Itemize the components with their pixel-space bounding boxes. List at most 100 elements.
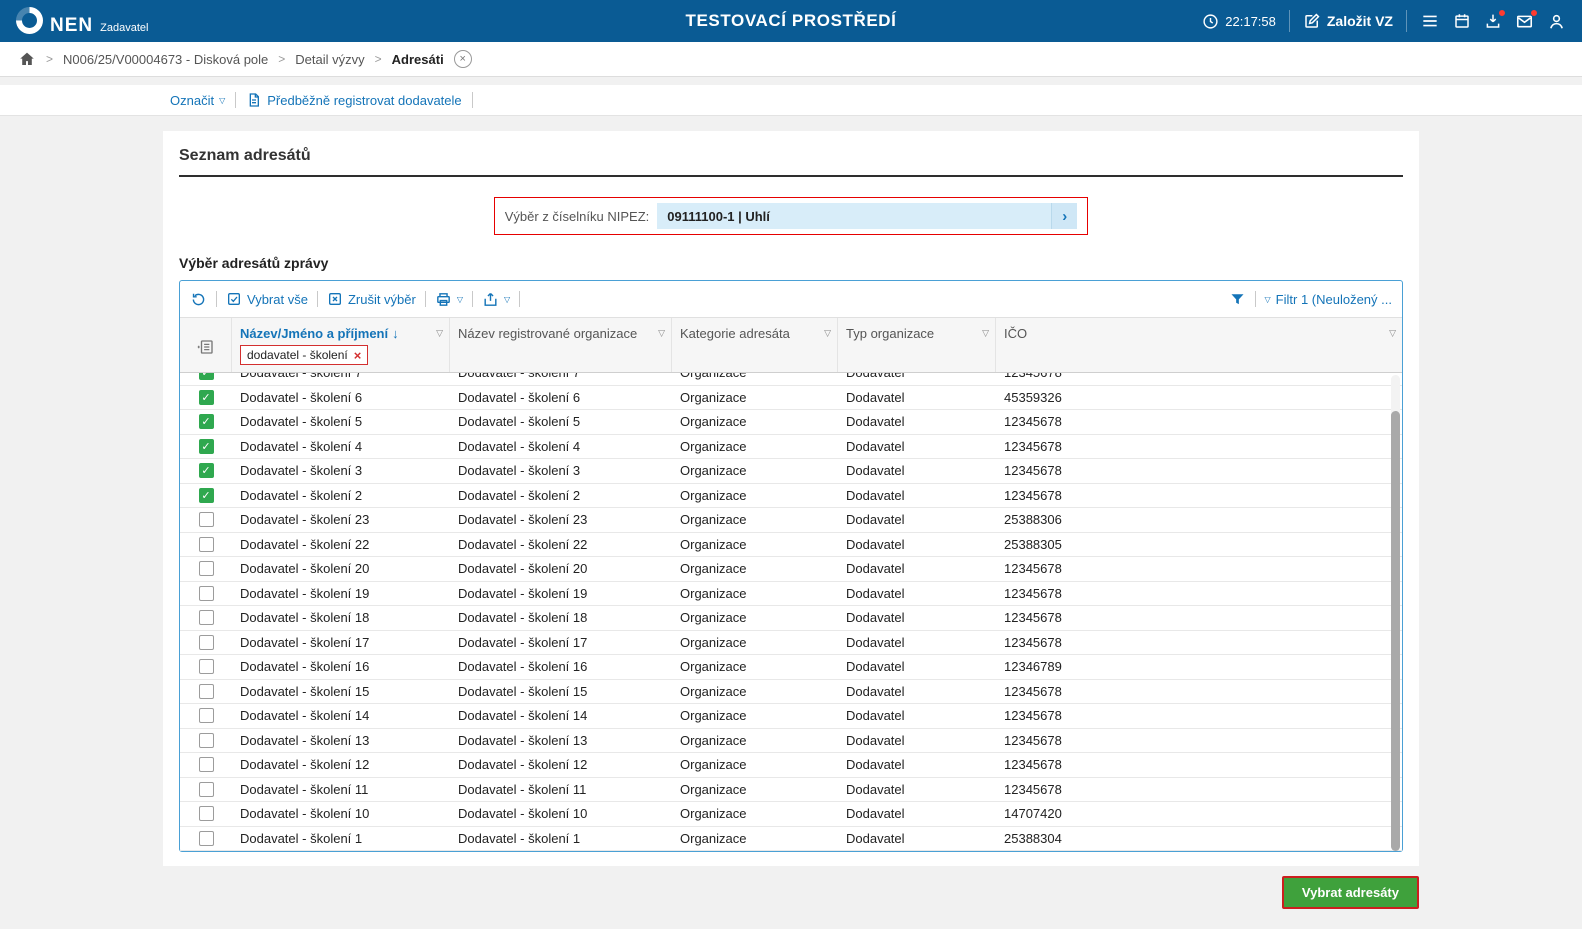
column-header-type[interactable]: Typ organizace ▽ [838, 318, 996, 372]
table-row[interactable]: ✓ Dodavatel - školení 3 Dodavatel - školen… [180, 459, 1402, 484]
nen-logo[interactable]: NEN Zadavatel [16, 7, 148, 35]
name-filter-chip[interactable]: dodavatel - školení × [240, 345, 369, 365]
user-profile-button[interactable] [1547, 12, 1566, 31]
messages-button[interactable] [1515, 8, 1538, 31]
column-filter-icon[interactable]: ▽ [824, 328, 831, 339]
row-checkbox[interactable] [198, 781, 214, 797]
row-checkbox[interactable]: ✓ [198, 414, 214, 430]
row-checkbox[interactable] [198, 512, 214, 528]
cell-name: Dodavatel - školení 15 [240, 683, 370, 699]
row-checkbox[interactable] [198, 708, 214, 724]
scrollbar-thumb[interactable] [1391, 411, 1400, 851]
column-header-category[interactable]: Kategorie adresáta ▽ [672, 318, 838, 372]
breadcrumb-item-detail-vyzvy[interactable]: Detail výzvy [295, 52, 364, 67]
row-checkbox[interactable] [198, 634, 214, 650]
table-row[interactable]: ✓ Dodavatel - školení 4 Dodavatel - školen… [180, 435, 1402, 459]
table-row[interactable]: Dodavatel - školení 14 Dodavatel - školen… [180, 704, 1402, 729]
cell-ico: 12345678 [1004, 683, 1062, 699]
remove-filter-icon[interactable]: × [354, 349, 362, 362]
row-checkbox[interactable] [198, 659, 214, 675]
refresh-button[interactable] [190, 291, 207, 308]
table-row[interactable]: Dodavatel - školení 22 Dodavatel - školen… [180, 533, 1402, 557]
active-filter-dropdown[interactable]: ▽ Filtr 1 (Neuložený ... [1265, 292, 1392, 307]
row-checkbox[interactable] [198, 830, 214, 846]
create-vz-button[interactable]: Založit VZ [1303, 12, 1393, 30]
checkbox-checked-icon [226, 291, 242, 307]
home-icon[interactable] [18, 50, 36, 68]
calendar-icon [1453, 12, 1471, 30]
vertical-scrollbar[interactable] [1391, 375, 1400, 851]
column-filter-icon[interactable]: ▽ [1389, 328, 1396, 339]
cell-name: Dodavatel - školení 13 [240, 732, 370, 748]
table-row[interactable]: Dodavatel - školení 17 Dodavatel - školen… [180, 631, 1402, 655]
table-row[interactable]: Dodavatel - školení 15 Dodavatel - školen… [180, 680, 1402, 704]
preregister-suppliers-button[interactable]: Předběžně registrovat dodavatele [246, 92, 462, 108]
table-row[interactable]: ✓ Dodavatel - školení 7Dodavatel - školen… [180, 373, 1402, 386]
row-checkbox[interactable] [198, 732, 214, 748]
cell-category: Organizace [680, 830, 747, 846]
column-filter-icon[interactable]: ▽ [982, 328, 989, 339]
row-checkbox[interactable] [198, 561, 214, 577]
session-time: 22:17:58 [1202, 13, 1276, 30]
breadcrumb-item-procurement[interactable]: N006/25/V00004673 - Disková pole [63, 52, 268, 67]
table-row[interactable]: Dodavatel - školení 1 Dodavatel - školení… [180, 827, 1402, 851]
row-checkbox[interactable]: ✓ [198, 463, 214, 479]
table-row[interactable]: Dodavatel - školení 12 Dodavatel - školen… [180, 753, 1402, 778]
clear-selection-label: Zrušit výběr [347, 291, 416, 307]
row-checkbox[interactable]: ✓ [198, 487, 214, 503]
grid-toolbar: Vybrat vše Zrušit výběr ▽ ▽ ▽ Filtr 1 (N… [180, 281, 1402, 317]
cell-type: Dodavatel [846, 389, 905, 405]
row-checkbox[interactable] [198, 585, 214, 601]
column-filter-icon[interactable]: ▽ [436, 328, 443, 339]
row-checkbox[interactable] [198, 683, 214, 699]
table-row[interactable]: Dodavatel - školení 23 Dodavatel - školen… [180, 508, 1402, 533]
select-all-button[interactable]: Vybrat vše [226, 291, 308, 307]
nipez-field[interactable]: 09111100-1 | Uhlí › [657, 203, 1078, 229]
cell-org: Dodavatel - školení 16 [458, 659, 588, 675]
nipez-open-button[interactable]: › [1051, 203, 1078, 229]
filter-button[interactable] [1229, 291, 1246, 308]
cell-name: Dodavatel - školení 16 [240, 659, 370, 675]
print-button[interactable]: ▽ [435, 291, 463, 308]
clear-selection-button[interactable]: Zrušit výběr [327, 291, 416, 307]
chevron-down-icon: ▽ [456, 294, 463, 304]
table-row[interactable]: Dodavatel - školení 10 Dodavatel - školen… [180, 802, 1402, 827]
column-header-org[interactable]: Název registrované organizace ▽ [450, 318, 672, 372]
nipez-label: Výběr z číselníku NIPEZ: [504, 208, 650, 224]
select-addressees-button[interactable]: Vybrat adresáty [1281, 876, 1419, 909]
row-checkbox[interactable] [198, 806, 214, 822]
table-row[interactable]: ✓ Dodavatel - školení 6 Dodavatel - školen… [180, 386, 1402, 410]
export-button[interactable]: ▽ [482, 291, 510, 308]
close-tab-icon[interactable]: × [453, 50, 472, 68]
row-checkbox[interactable] [198, 757, 214, 773]
column-chooser-icon[interactable] [196, 338, 215, 356]
table-row[interactable]: Dodavatel - školení 16 Dodavatel - školen… [180, 655, 1402, 680]
column-header-ico[interactable]: IČO ▽ [996, 318, 1402, 372]
table-row[interactable]: Dodavatel - školení 13 Dodavatel - školen… [180, 729, 1402, 753]
table-row[interactable]: Dodavatel - školení 11 Dodavatel - školen… [180, 778, 1402, 802]
table-row[interactable]: Dodavatel - školení 20 Dodavatel - školen… [180, 557, 1402, 582]
sort-desc-icon: ↓ [392, 326, 399, 341]
row-checkbox[interactable] [198, 610, 214, 626]
compose-icon [1303, 12, 1321, 30]
column-filter-icon[interactable]: ▽ [658, 328, 665, 339]
table-row[interactable]: ✓ Dodavatel - školení 5 Dodavatel - školen… [180, 410, 1402, 435]
column-header-name[interactable]: Název/Jméno a příjmení ↓ ▽ dodavatel - š… [232, 318, 450, 372]
calendar-button[interactable] [1453, 12, 1471, 30]
row-checkbox[interactable]: ✓ [198, 389, 214, 405]
downloads-button[interactable] [1484, 9, 1506, 30]
cell-name: Dodavatel - školení 18 [240, 610, 370, 626]
cell-org: Dodavatel - školení 17 [458, 634, 588, 650]
table-row[interactable]: ✓ Dodavatel - školení 2 Dodavatel - školen… [180, 484, 1402, 508]
row-checkbox[interactable]: ✓ [198, 438, 214, 454]
mark-dropdown-button[interactable]: Označit ▽ [170, 93, 225, 108]
table-row[interactable]: Dodavatel - školení 19 Dodavatel - školen… [180, 582, 1402, 606]
row-checkbox[interactable] [198, 536, 214, 552]
cell-org: Dodavatel - školení 15 [458, 683, 588, 699]
menu-button[interactable] [1420, 11, 1440, 31]
time-label: 22:17:58 [1225, 13, 1276, 29]
table-row[interactable]: Dodavatel - školení 18 Dodavatel - školen… [180, 606, 1402, 631]
row-checkbox[interactable]: ✓ [198, 373, 214, 381]
row-checkbox-cell [180, 536, 232, 552]
breadcrumb-item-adresati[interactable]: Adresáti [392, 52, 444, 67]
